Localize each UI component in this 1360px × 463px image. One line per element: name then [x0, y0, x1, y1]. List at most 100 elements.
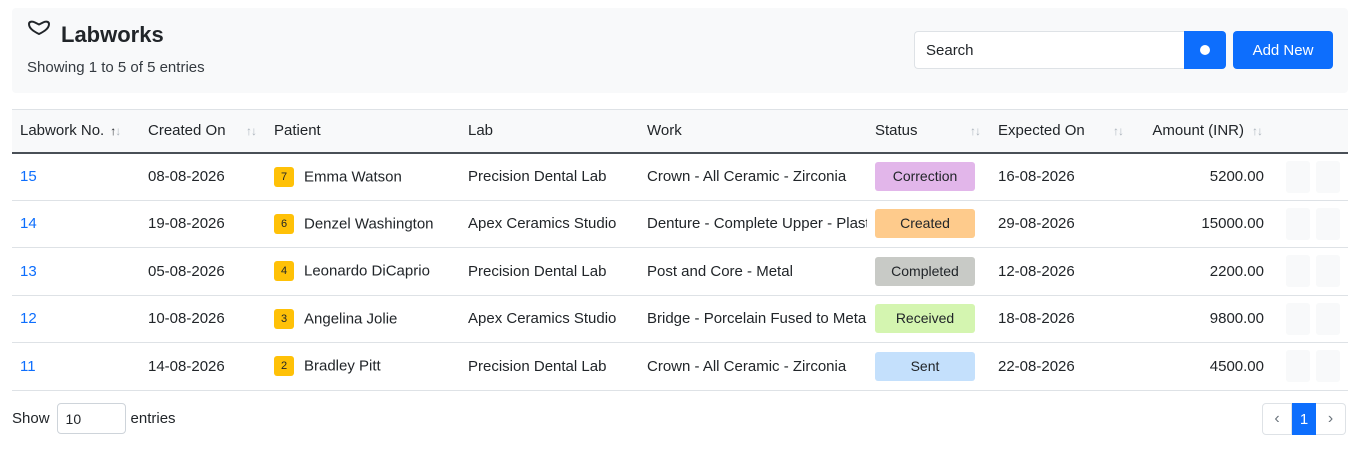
search-group [914, 31, 1226, 69]
delete-button[interactable] [1316, 350, 1340, 383]
table-row: 14 19-08-2026 6 Denzel Washington Apex Ce… [12, 200, 1348, 248]
sort-icon: ↑↓ [1113, 124, 1124, 138]
page-size-input[interactable] [56, 403, 126, 434]
search-input[interactable] [914, 31, 1184, 69]
col-created-on[interactable]: Created On ↑↓ [140, 109, 266, 154]
col-labwork-no[interactable]: Labwork No. ↑↓ [12, 109, 140, 154]
table-row: 12 10-08-2026 3 Angelina Jolie Apex Ceram… [12, 295, 1348, 343]
status-badge: Completed [875, 256, 975, 286]
patient-name: Emma Watson [304, 168, 402, 185]
page-button[interactable]: 1 [1292, 403, 1316, 435]
patient-badge: 4 [274, 261, 294, 282]
labwork-link[interactable]: 11 [20, 358, 36, 375]
edit-button[interactable] [1286, 350, 1310, 383]
labwork-link[interactable]: 15 [20, 168, 37, 185]
delete-button[interactable] [1316, 207, 1340, 240]
page-header: Labworks Showing 1 to 5 of 5 entries Add… [12, 8, 1348, 93]
col-actions [1272, 109, 1348, 154]
table-body: 15 08-08-2026 7 Emma Watson Precision Den… [12, 152, 1348, 391]
table-row: 13 05-08-2026 4 Leonardo DiCaprio Precisi… [12, 247, 1348, 296]
created-on-cell: 08-08-2026 [140, 152, 266, 201]
col-labwork-no-label: Labwork No. [20, 122, 105, 140]
created-on-cell: 14-08-2026 [140, 342, 266, 391]
patient-name: Bradley Pitt [304, 357, 381, 375]
edit-button[interactable] [1286, 207, 1310, 240]
expected-on-cell: 12-08-2026 [990, 247, 1133, 296]
expected-on-cell: 16-08-2026 [990, 152, 1133, 201]
lab-cell: Precision Dental Lab [460, 342, 639, 391]
chevron-left-icon: ‹ [1274, 410, 1280, 427]
delete-button[interactable] [1316, 160, 1340, 193]
col-amount[interactable]: Amount (INR) ↑↓ [1133, 109, 1272, 154]
labwork-link[interactable]: 14 [20, 215, 37, 232]
patient-name: Angelina Jolie [304, 310, 398, 328]
status-cell: Sent [867, 342, 990, 391]
lab-cell: Precision Dental Lab [460, 247, 639, 296]
col-patient: Patient [266, 109, 460, 154]
work-cell: Denture - Complete Upper - Plastic [639, 200, 867, 248]
expected-on-cell: 18-08-2026 [990, 295, 1133, 343]
patient-cell: 3 Angelina Jolie [266, 295, 460, 343]
sort-asc-icon: ↑↓ [110, 124, 121, 139]
created-on-cell: 19-08-2026 [140, 200, 266, 248]
work-cell: Crown - All Ceramic - Zirconia [639, 342, 867, 391]
table-row: 11 14-08-2026 2 Bradley Pitt Precision De… [12, 342, 1348, 391]
col-work-label: Work [647, 122, 682, 140]
show-label: Show [12, 410, 50, 427]
col-expected-on-label: Expected On [998, 122, 1085, 140]
lab-cell: Apex Ceramics Studio [460, 200, 639, 248]
amount-cell: 5200.00 [1133, 152, 1272, 201]
sort-icon: ↑↓ [1252, 124, 1263, 138]
search-icon [1200, 45, 1210, 55]
actions-cell [1272, 152, 1348, 201]
amount-cell: 15000.00 [1133, 200, 1272, 248]
patient-cell: 2 Bradley Pitt [266, 342, 460, 391]
col-amount-label: Amount (INR) [1152, 122, 1244, 140]
labworks-table: Labwork No. ↑↓ Created On ↑↓ Patient Lab W… [12, 109, 1348, 391]
amount-cell: 9800.00 [1133, 295, 1272, 343]
edit-button[interactable] [1286, 255, 1310, 288]
patient-badge: 2 [274, 356, 294, 377]
labwork-link[interactable]: 12 [20, 310, 37, 327]
status-badge: Created [875, 209, 975, 239]
patient-cell: 7 Emma Watson [266, 152, 460, 201]
status-cell: Completed [867, 247, 990, 296]
pagination: ‹ 1 › [1262, 403, 1346, 435]
col-status[interactable]: Status ↑↓ [867, 109, 990, 154]
delete-button[interactable] [1316, 302, 1340, 335]
chevron-right-icon: › [1327, 410, 1334, 427]
patient-cell: 6 Denzel Washington [266, 200, 460, 248]
labwork-no-cell: 14 [12, 200, 140, 248]
amount-cell: 2200.00 [1133, 247, 1272, 296]
delete-button[interactable] [1316, 255, 1340, 288]
edit-button[interactable] [1286, 160, 1310, 193]
status-cell: Created [867, 200, 990, 248]
patient-badge: 3 [274, 308, 294, 329]
prev-page-button[interactable]: ‹ [1262, 403, 1292, 435]
col-status-label: Status [875, 122, 918, 140]
entries-summary: Showing 1 to 5 of 5 entries [27, 59, 205, 76]
labwork-link[interactable]: 13 [20, 263, 37, 280]
col-lab: Lab [460, 109, 639, 154]
search-button[interactable] [1184, 31, 1226, 69]
table-row: 15 08-08-2026 7 Emma Watson Precision Den… [12, 152, 1348, 201]
expected-on-cell: 22-08-2026 [990, 342, 1133, 391]
sort-icon: ↑↓ [246, 124, 257, 138]
col-lab-label: Lab [468, 122, 494, 140]
col-expected-on[interactable]: Expected On ↑↓ [990, 109, 1133, 154]
sort-icon: ↑↓ [970, 124, 981, 138]
work-cell: Bridge - Porcelain Fused to Metal [639, 295, 867, 343]
amount-cell: 4500.00 [1133, 342, 1272, 391]
labwork-no-cell: 13 [12, 247, 140, 296]
next-page-button[interactable]: › [1316, 403, 1346, 435]
created-on-cell: 05-08-2026 [140, 247, 266, 296]
col-work: Work [639, 109, 867, 154]
entries-label: entries [130, 410, 176, 427]
edit-button[interactable] [1286, 302, 1310, 335]
lab-cell: Precision Dental Lab [460, 152, 639, 201]
add-new-button[interactable]: Add New [1233, 31, 1333, 69]
page-title: Labworks [61, 22, 164, 47]
status-badge: Correction [875, 162, 975, 191]
page-size-control: Show entries [12, 403, 176, 434]
lab-cell: Apex Ceramics Studio [460, 295, 639, 343]
